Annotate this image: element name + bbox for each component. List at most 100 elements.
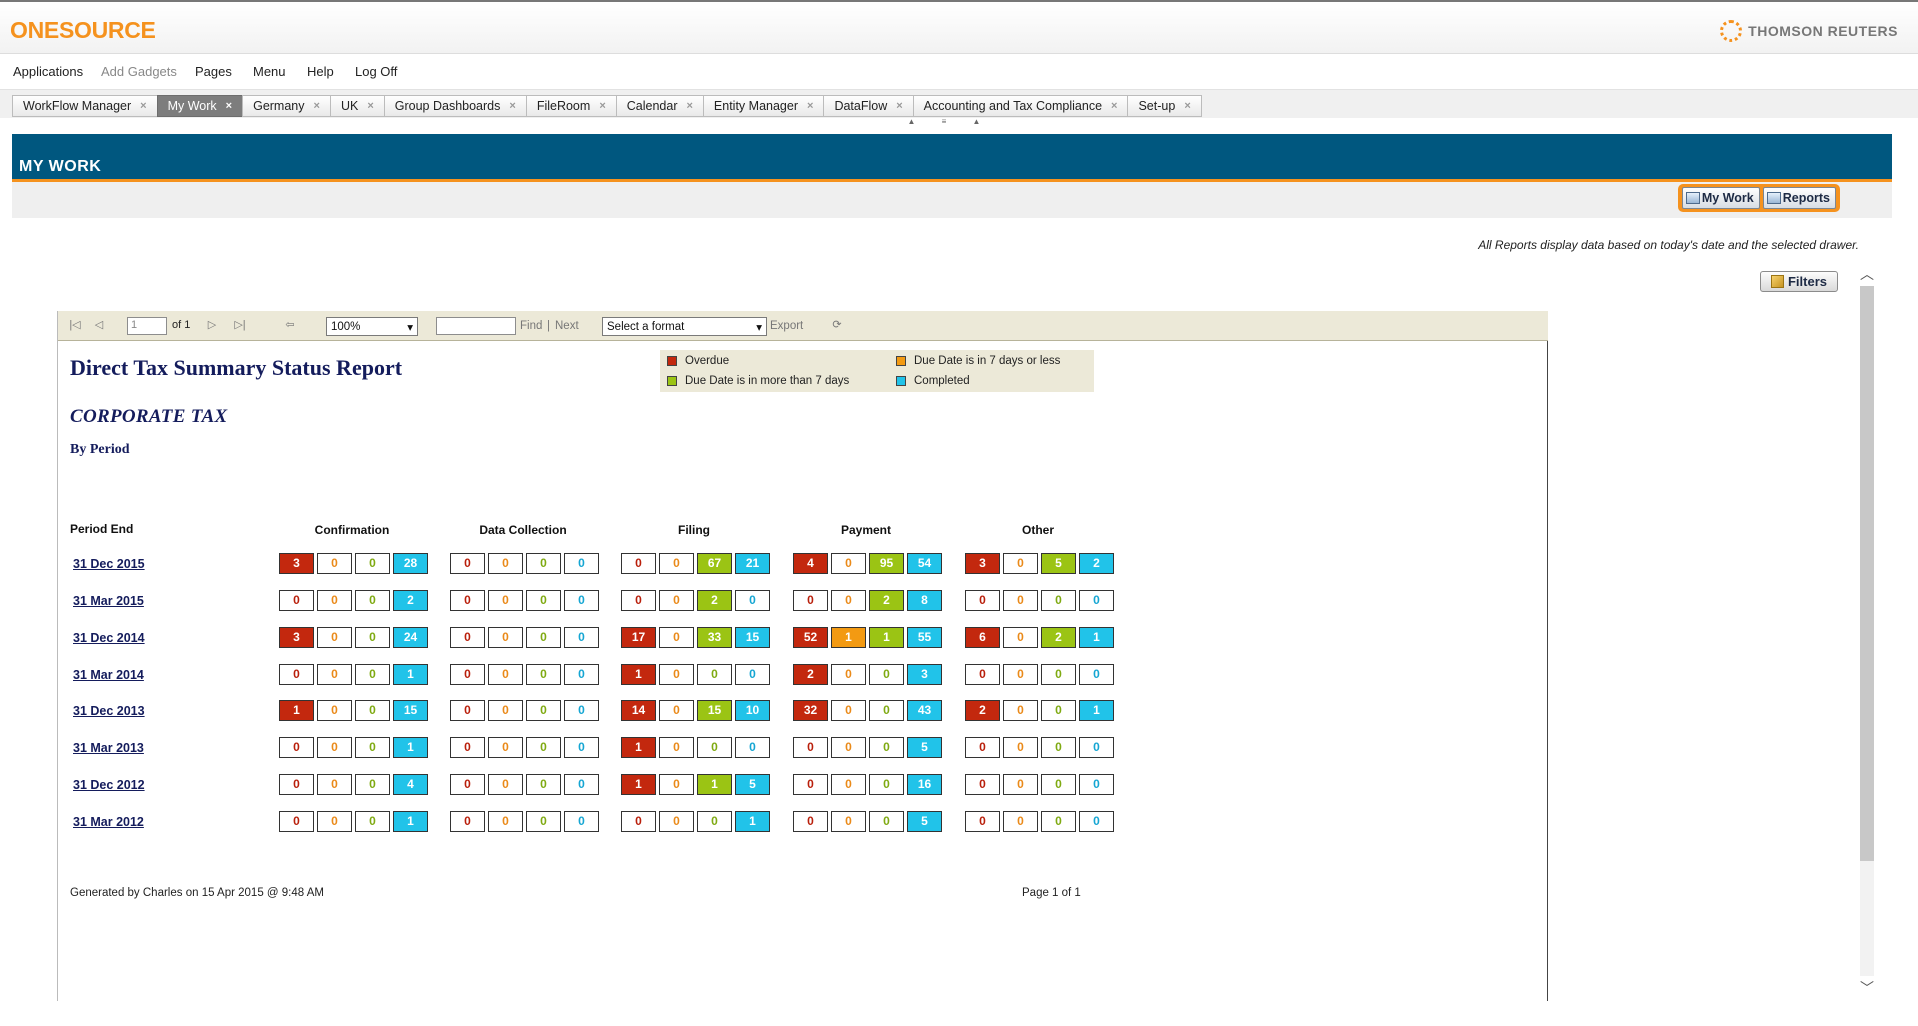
- status-count-cell[interactable]: 1: [1079, 627, 1114, 648]
- status-count-cell[interactable]: 0: [621, 553, 656, 574]
- tab-germany[interactable]: Germany ×: [242, 95, 330, 117]
- status-count-cell[interactable]: 0: [659, 627, 694, 648]
- tab-close-icon[interactable]: ×: [314, 100, 320, 112]
- status-count-cell[interactable]: 0: [279, 811, 314, 832]
- status-count-cell[interactable]: 0: [355, 774, 390, 795]
- status-count-cell[interactable]: 0: [526, 553, 561, 574]
- status-count-cell[interactable]: 0: [564, 627, 599, 648]
- status-count-cell[interactable]: 0: [1003, 811, 1038, 832]
- refresh-icon[interactable]: ⟳: [830, 318, 844, 332]
- status-count-cell[interactable]: 15: [697, 700, 732, 721]
- tab-close-icon[interactable]: ×: [896, 100, 902, 112]
- status-count-cell[interactable]: 2: [965, 700, 1000, 721]
- tab-uk[interactable]: UK ×: [329, 95, 384, 117]
- status-count-cell[interactable]: 0: [564, 737, 599, 758]
- status-count-cell[interactable]: 0: [526, 737, 561, 758]
- status-count-cell[interactable]: 0: [355, 553, 390, 574]
- status-count-cell[interactable]: 0: [564, 590, 599, 611]
- status-count-cell[interactable]: 0: [659, 553, 694, 574]
- status-count-cell[interactable]: 0: [1041, 737, 1076, 758]
- back-icon[interactable]: ⇦: [283, 318, 297, 332]
- status-count-cell[interactable]: 0: [317, 627, 352, 648]
- status-count-cell[interactable]: 0: [1003, 664, 1038, 685]
- period-link[interactable]: 31 Dec 2013: [73, 704, 145, 718]
- status-count-cell[interactable]: 0: [965, 811, 1000, 832]
- tab-dataflow[interactable]: DataFlow ×: [823, 95, 913, 117]
- status-count-cell[interactable]: 3: [965, 553, 1000, 574]
- status-count-cell[interactable]: 8: [907, 590, 942, 611]
- status-count-cell[interactable]: 0: [793, 590, 828, 611]
- status-count-cell[interactable]: 0: [1079, 737, 1114, 758]
- status-count-cell[interactable]: 0: [317, 774, 352, 795]
- status-count-cell[interactable]: 1: [831, 627, 866, 648]
- status-count-cell[interactable]: 0: [526, 811, 561, 832]
- previous-page-icon[interactable]: ◁: [92, 318, 106, 332]
- status-count-cell[interactable]: 0: [831, 664, 866, 685]
- status-count-cell[interactable]: 0: [965, 737, 1000, 758]
- status-count-cell[interactable]: 5: [907, 811, 942, 832]
- status-count-cell[interactable]: 0: [793, 737, 828, 758]
- status-count-cell[interactable]: 0: [659, 664, 694, 685]
- tab-workflow-manager[interactable]: WorkFlow Manager ×: [12, 95, 157, 117]
- status-count-cell[interactable]: 1: [393, 737, 428, 758]
- status-count-cell[interactable]: 0: [659, 811, 694, 832]
- status-count-cell[interactable]: 1: [393, 811, 428, 832]
- status-count-cell[interactable]: 5: [907, 737, 942, 758]
- tab-close-icon[interactable]: ×: [1184, 100, 1190, 112]
- status-count-cell[interactable]: 2: [697, 590, 732, 611]
- status-count-cell[interactable]: 0: [965, 774, 1000, 795]
- status-count-cell[interactable]: 0: [526, 700, 561, 721]
- status-count-cell[interactable]: 33: [697, 627, 732, 648]
- export-link[interactable]: Export: [770, 320, 803, 332]
- scroll-down-icon[interactable]: ﹀: [1858, 980, 1876, 996]
- tab-close-icon[interactable]: ×: [226, 100, 232, 112]
- status-count-cell[interactable]: 0: [659, 774, 694, 795]
- status-count-cell[interactable]: 21: [735, 553, 770, 574]
- status-count-cell[interactable]: 0: [355, 811, 390, 832]
- status-count-cell[interactable]: 2: [869, 590, 904, 611]
- status-count-cell[interactable]: 0: [1079, 774, 1114, 795]
- status-count-cell[interactable]: 14: [621, 700, 656, 721]
- menu-menu[interactable]: Menu: [253, 64, 286, 79]
- menu-pages[interactable]: Pages: [195, 64, 232, 79]
- status-count-cell[interactable]: 0: [488, 627, 523, 648]
- status-count-cell[interactable]: 0: [564, 700, 599, 721]
- tab-entity-manager[interactable]: Entity Manager ×: [702, 95, 824, 117]
- status-count-cell[interactable]: 0: [355, 737, 390, 758]
- tab-close-icon[interactable]: ×: [509, 100, 515, 112]
- tab-set-up[interactable]: Set-up ×: [1127, 95, 1202, 117]
- status-count-cell[interactable]: 0: [526, 664, 561, 685]
- status-count-cell[interactable]: 0: [488, 811, 523, 832]
- tab-fileroom[interactable]: FileRoom ×: [525, 95, 616, 117]
- status-count-cell[interactable]: 0: [735, 590, 770, 611]
- zoom-select[interactable]: 100% ▾: [326, 317, 418, 336]
- status-count-cell[interactable]: 10: [735, 700, 770, 721]
- status-count-cell[interactable]: 0: [450, 590, 485, 611]
- status-count-cell[interactable]: 0: [735, 664, 770, 685]
- status-count-cell[interactable]: 0: [526, 774, 561, 795]
- status-count-cell[interactable]: 0: [279, 664, 314, 685]
- status-count-cell[interactable]: 0: [869, 664, 904, 685]
- status-count-cell[interactable]: 0: [450, 553, 485, 574]
- status-count-cell[interactable]: 0: [488, 664, 523, 685]
- find-input[interactable]: [436, 317, 516, 335]
- status-count-cell[interactable]: 0: [1079, 664, 1114, 685]
- status-count-cell[interactable]: 0: [1041, 664, 1076, 685]
- collapse-handle[interactable]: ▲ ≡ ▲: [900, 117, 1000, 126]
- status-count-cell[interactable]: 95: [869, 553, 904, 574]
- status-count-cell[interactable]: 1: [621, 737, 656, 758]
- status-count-cell[interactable]: 0: [659, 737, 694, 758]
- tab-close-icon[interactable]: ×: [1111, 100, 1117, 112]
- export-format-select[interactable]: Select a format ▾: [602, 317, 767, 336]
- status-count-cell[interactable]: 0: [869, 700, 904, 721]
- filters-button[interactable]: Filters: [1760, 271, 1838, 292]
- status-count-cell[interactable]: 0: [697, 737, 732, 758]
- status-count-cell[interactable]: 0: [793, 811, 828, 832]
- status-count-cell[interactable]: 0: [355, 700, 390, 721]
- status-count-cell[interactable]: 24: [393, 627, 428, 648]
- tab-group-dashboards[interactable]: Group Dashboards ×: [383, 95, 526, 117]
- status-count-cell[interactable]: 0: [450, 700, 485, 721]
- tab-close-icon[interactable]: ×: [599, 100, 605, 112]
- status-count-cell[interactable]: 0: [450, 664, 485, 685]
- status-count-cell[interactable]: 0: [488, 737, 523, 758]
